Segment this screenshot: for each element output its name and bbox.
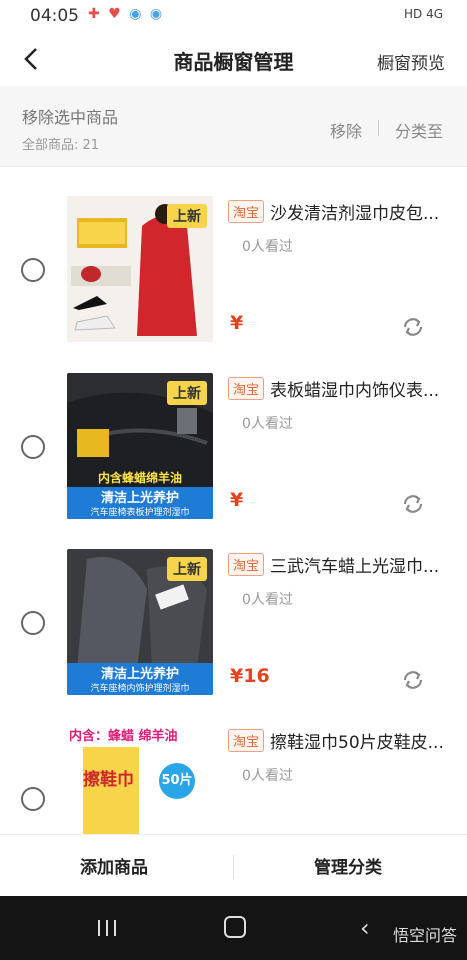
view-count: 0人看过 [242,239,293,255]
product-item[interactable]: 上新 淘宝 沙发清洁剂湿巾皮包... 0人看过 ¥ [0,196,467,366]
view-count: 0人看过 [242,416,293,432]
notification-icons: ✚ ♥ ◉ ◉ [88,6,165,22]
product-thumbnail[interactable]: 上新 内含蜂蜡绵羊油 清洁上光养护 汽车座椅表板护理剂湿巾 [67,373,213,519]
sync-icon[interactable] [400,314,426,340]
product-item[interactable]: 上新 内含蜂蜡绵羊油 清洁上光养护 汽车座椅表板护理剂湿巾 淘宝 表板蜡湿巾内饰… [0,373,467,543]
banner-line-3: 汽车座椅内饰护理剂湿巾 [67,681,213,695]
recent-apps-icon[interactable] [96,918,118,938]
new-badge: 上新 [167,381,207,405]
product-price: ¥ [230,312,244,334]
product-item[interactable]: 上新 清洁上光养护 汽车座椅内饰护理剂湿巾 淘宝 三武汽车蜡上光湿巾... 0人… [0,549,467,719]
back-icon[interactable]: ‹ [360,914,370,942]
taobao-tag: 淘宝 [228,377,265,400]
banner-line-3: 汽车座椅表板护理剂湿巾 [67,505,213,519]
product-price: ¥ [230,489,244,511]
product-name[interactable]: 擦鞋湿巾50片皮鞋皮... [270,728,450,753]
select-radio[interactable] [21,611,45,635]
status-time: 04:05 [30,6,79,26]
new-badge: 上新 [167,204,207,228]
remove-selected-title: 移除选中商品 [22,108,119,127]
product-count: 全部商品: 21 [22,138,100,153]
taobao-tag: 淘宝 [228,729,265,752]
banner-line-2: 清洁上光养护 [67,663,213,682]
product-item[interactable]: 内含：蜂蜡 绵羊油 擦鞋巾 50片 淘宝 擦鞋湿巾50片皮鞋皮... 0人看过 [0,725,467,834]
header: 商品橱窗管理 橱窗预览 [0,34,467,86]
toolbar-divider [378,120,379,136]
bottom-action-bar: 添加商品 管理分类 [0,834,467,897]
sync-icon[interactable] [400,491,426,517]
taobao-tag: 淘宝 [228,553,265,576]
product-price: ¥16 [230,665,270,687]
banner-line-1: 内含蜂蜡绵羊油 [97,471,182,485]
product-thumbnail[interactable]: 上新 [67,196,213,342]
new-badge: 上新 [167,557,207,581]
taobao-tag: 淘宝 [228,200,265,223]
system-nav-bar: ‹ 悟空问答 [0,896,467,960]
manage-category-button[interactable]: 管理分类 [314,853,382,878]
add-product-button[interactable]: 添加商品 [80,853,148,878]
home-icon[interactable] [224,916,246,938]
network-indicator: HD 4G [403,7,443,21]
remove-button[interactable]: 移除 [330,118,362,142]
view-count: 0人看过 [242,768,293,784]
select-radio[interactable] [21,435,45,459]
banner-mid: 擦鞋巾 [83,770,134,790]
view-count: 0人看过 [242,592,293,608]
select-radio[interactable] [21,787,45,811]
sync-icon[interactable] [400,667,426,693]
banner-line-2: 清洁上光养护 [67,487,213,506]
product-name[interactable]: 表板蜡湿巾内饰仪表... [270,376,450,401]
product-name[interactable]: 三武汽车蜡上光湿巾... [270,552,450,577]
showcase-preview-link[interactable]: 橱窗预览 [377,49,445,74]
selection-toolbar: 移除选中商品 全部商品: 21 移除 分类至 [0,86,467,167]
product-thumbnail[interactable]: 内含：蜂蜡 绵羊油 擦鞋巾 50片 [67,725,213,834]
bottom-divider [233,855,234,879]
product-thumbnail[interactable]: 上新 清洁上光养护 汽车座椅内饰护理剂湿巾 [67,549,213,695]
select-radio[interactable] [21,258,45,282]
banner-count: 50片 [159,763,195,799]
move-to-category-button[interactable]: 分类至 [395,118,443,142]
banner-top: 内含：蜂蜡 绵羊油 [69,729,178,744]
product-name[interactable]: 沙发清洁剂湿巾皮包... [270,199,450,224]
status-bar: 04:05 ✚ ♥ ◉ ◉ HD 4G [0,0,467,34]
watermark: 悟空问答 [392,926,457,945]
